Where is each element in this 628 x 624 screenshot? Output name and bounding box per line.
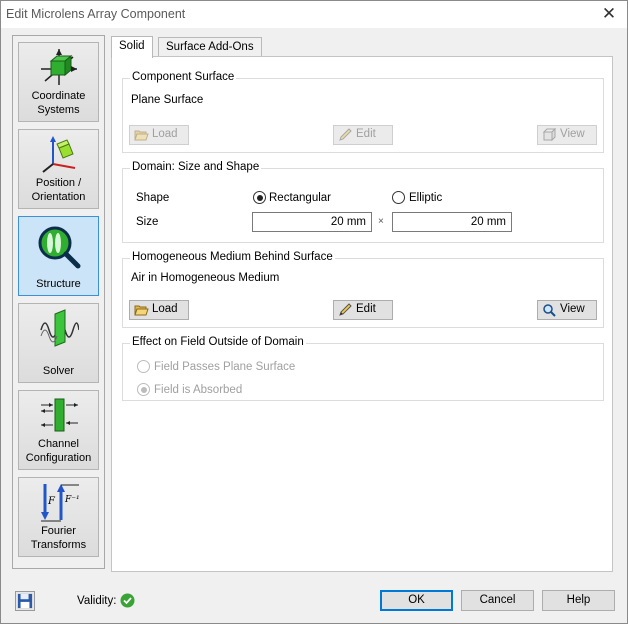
field-absorbed-radio[interactable]: [137, 383, 150, 396]
nav-item-fourier-transforms[interactable]: F F⁻¹ Fourier Transforms: [18, 477, 99, 557]
button-label: Load: [152, 303, 178, 315]
structure-icon: [38, 226, 81, 269]
nav-label: Orientation: [31, 191, 86, 203]
surface-edit-button[interactable]: Edit: [333, 125, 393, 145]
elliptic-radio[interactable]: [392, 191, 405, 204]
category-navigation: Coordinate Systems Position / Orientation …: [12, 35, 105, 569]
channel-configuration-icon: [41, 398, 78, 432]
nav-label: Position /: [35, 177, 82, 189]
title-bar: Edit Microlens Array Component ✕: [1, 1, 627, 28]
size-x-input[interactable]: 20 mm: [252, 212, 372, 232]
medium-view-button[interactable]: View: [537, 300, 597, 320]
field-absorbed-label[interactable]: Field is Absorbed: [154, 384, 242, 396]
valid-check-icon: [120, 593, 135, 608]
surface-view-button[interactable]: View: [537, 125, 597, 145]
floppy-disk-icon: [17, 593, 33, 609]
elliptic-label[interactable]: Elliptic: [409, 192, 442, 204]
group-title: Domain: Size and Shape: [130, 161, 262, 173]
nav-label: Structure: [36, 278, 81, 290]
tab-surface-addons[interactable]: Surface Add-Ons: [158, 37, 262, 57]
close-icon[interactable]: ✕: [599, 4, 619, 24]
shape-label: Shape: [136, 192, 170, 204]
folder-open-icon: [134, 130, 149, 141]
folder-open-icon: [134, 305, 149, 316]
ok-button[interactable]: OK: [380, 590, 453, 611]
group-title: Component Surface: [130, 71, 237, 83]
fourier-transforms-icon: F F⁻¹: [41, 484, 79, 522]
group-title: Effect on Field Outside of Domain: [130, 336, 306, 348]
help-button[interactable]: Help: [542, 590, 615, 611]
size-y-input[interactable]: 20 mm: [392, 212, 512, 232]
button-label: Edit: [356, 303, 376, 315]
tab-solid[interactable]: Solid: [111, 36, 153, 58]
nav-label: Channel: [38, 438, 79, 450]
magnifier-view-icon: [543, 304, 556, 317]
rectangular-radio[interactable]: [253, 191, 266, 204]
nav-item-channel-configuration[interactable]: Channel Configuration: [18, 390, 99, 470]
nav-item-structure[interactable]: Structure: [18, 216, 99, 296]
pencil-icon: [339, 128, 352, 141]
svg-text:F⁻¹: F⁻¹: [64, 495, 79, 505]
field-passes-label[interactable]: Field Passes Plane Surface: [154, 361, 295, 373]
nav-label: Fourier: [41, 525, 76, 537]
times-symbol: ×: [378, 216, 384, 227]
nav-label: Transforms: [30, 539, 87, 551]
coordinate-systems-icon: [41, 49, 77, 85]
validity-label: Validity:: [77, 595, 117, 607]
cancel-button[interactable]: Cancel: [461, 590, 534, 611]
svg-text:F: F: [47, 496, 56, 507]
save-button[interactable]: [15, 591, 35, 611]
nav-item-coordinate-systems[interactable]: Coordinate Systems: [18, 42, 99, 122]
button-label: View: [560, 128, 585, 140]
pencil-icon: [339, 303, 352, 316]
button-label: Load: [152, 128, 178, 140]
solver-icon: [40, 309, 79, 347]
medium-edit-button[interactable]: Edit: [333, 300, 393, 320]
medium-load-button[interactable]: Load: [129, 300, 189, 320]
nav-label: Systems: [37, 104, 80, 116]
window-title: Edit Microlens Array Component: [6, 7, 186, 21]
size-label: Size: [136, 216, 159, 228]
nav-label: Solver: [42, 365, 75, 377]
dialog-window: Edit Microlens Array Component ✕ Coordin…: [0, 0, 628, 624]
button-label: Edit: [356, 128, 376, 140]
nav-item-position-orientation[interactable]: Position / Orientation: [18, 129, 99, 209]
surface-load-button[interactable]: Load: [129, 125, 189, 145]
group-title: Homogeneous Medium Behind Surface: [130, 251, 335, 263]
component-surface-value: Plane Surface: [131, 94, 204, 106]
medium-value: Air in Homogeneous Medium: [131, 272, 280, 284]
nav-label: Coordinate: [31, 90, 86, 102]
cube-view-icon: [542, 128, 557, 142]
rectangular-label[interactable]: Rectangular: [269, 192, 331, 204]
button-label: View: [560, 303, 585, 315]
position-orientation-icon: [42, 136, 76, 173]
nav-label: Configuration: [25, 452, 92, 464]
field-passes-radio[interactable]: [137, 360, 150, 373]
nav-item-solver[interactable]: Solver: [18, 303, 99, 383]
